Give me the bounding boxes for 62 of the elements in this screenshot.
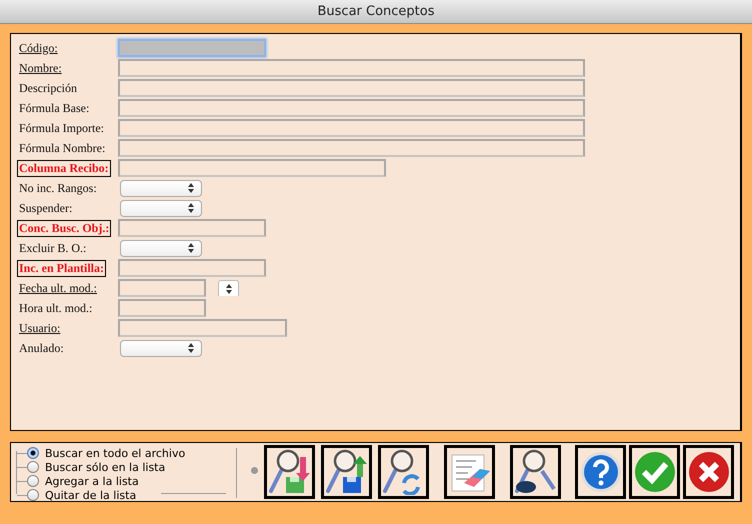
input-field[interactable] [118, 259, 266, 277]
field-label: Descripción [19, 80, 77, 96]
find-load-button[interactable] [264, 445, 315, 499]
radio-button[interactable] [27, 447, 39, 459]
input-field[interactable] [118, 159, 386, 177]
magnifier-icon [324, 449, 368, 495]
input-field[interactable] [118, 139, 585, 157]
up-down-arrows-icon [188, 203, 194, 213]
dropdown[interactable] [120, 200, 202, 216]
field-label: Columna Recibo: [17, 160, 111, 176]
field-label: Hora ult. mod.: [19, 300, 92, 316]
input-field[interactable] [118, 299, 206, 317]
field-label: Fórmula Importe: [19, 120, 104, 136]
field-label: Conc. Busc. Obj.: [17, 220, 112, 236]
field-label: No inc. Rangos: [19, 180, 97, 196]
radio-button[interactable] [27, 461, 39, 473]
help-button[interactable] [575, 445, 626, 499]
help-icon [578, 449, 622, 495]
radio-button[interactable] [27, 489, 39, 501]
radio-label[interactable]: Buscar en todo el archivo [45, 446, 186, 460]
magnifier-icon [268, 449, 312, 495]
input-field[interactable] [118, 119, 585, 137]
radio-label[interactable]: Agregar a la lista [45, 474, 139, 488]
field-label: Suspender: [19, 200, 72, 216]
dropdown[interactable] [120, 180, 202, 196]
find-4d-button[interactable] [510, 445, 561, 499]
cancel-button[interactable] [683, 445, 734, 499]
field-label: Usuario: [19, 320, 60, 336]
dropdown[interactable] [120, 240, 202, 256]
field-label: Anulado: [19, 340, 64, 356]
radio-label[interactable]: Buscar sólo en la lista [45, 460, 166, 474]
input-field[interactable] [118, 319, 287, 337]
field-label: Fórmula Nombre: [19, 140, 106, 156]
up-down-arrows-icon [226, 284, 232, 294]
connector-dot [251, 467, 258, 474]
input-field[interactable] [118, 219, 266, 237]
field-label: Fecha ult. mod.: [19, 280, 97, 296]
date-field[interactable] [118, 279, 206, 297]
input-field[interactable] [118, 59, 585, 77]
up-down-arrows-icon [188, 243, 194, 253]
date-stepper[interactable] [218, 280, 239, 296]
close-icon [686, 449, 730, 495]
clear-button[interactable] [444, 445, 495, 499]
find-refresh-button[interactable] [378, 445, 429, 499]
window-title: Buscar Conceptos [317, 4, 434, 19]
input-field[interactable] [118, 79, 585, 97]
dropdown[interactable] [120, 340, 202, 356]
magnifier-icon [514, 449, 558, 495]
radio-button[interactable] [27, 475, 39, 487]
field-label: Nombre: [19, 60, 62, 76]
up-down-arrows-icon [188, 343, 194, 353]
accept-button[interactable] [629, 445, 680, 499]
find-save-button[interactable] [321, 445, 372, 499]
field-label: Fórmula Base: [19, 100, 90, 116]
field-label: Código: [19, 40, 58, 56]
input-field[interactable] [118, 39, 266, 57]
up-down-arrows-icon [188, 183, 194, 193]
input-field[interactable] [118, 99, 585, 117]
field-label: Excluir B. O.: [19, 240, 86, 256]
checkmark-icon [632, 449, 676, 495]
field-label: Inc. en Plantilla: [17, 260, 106, 276]
radio-label[interactable]: Quitar de la lista [45, 488, 136, 502]
